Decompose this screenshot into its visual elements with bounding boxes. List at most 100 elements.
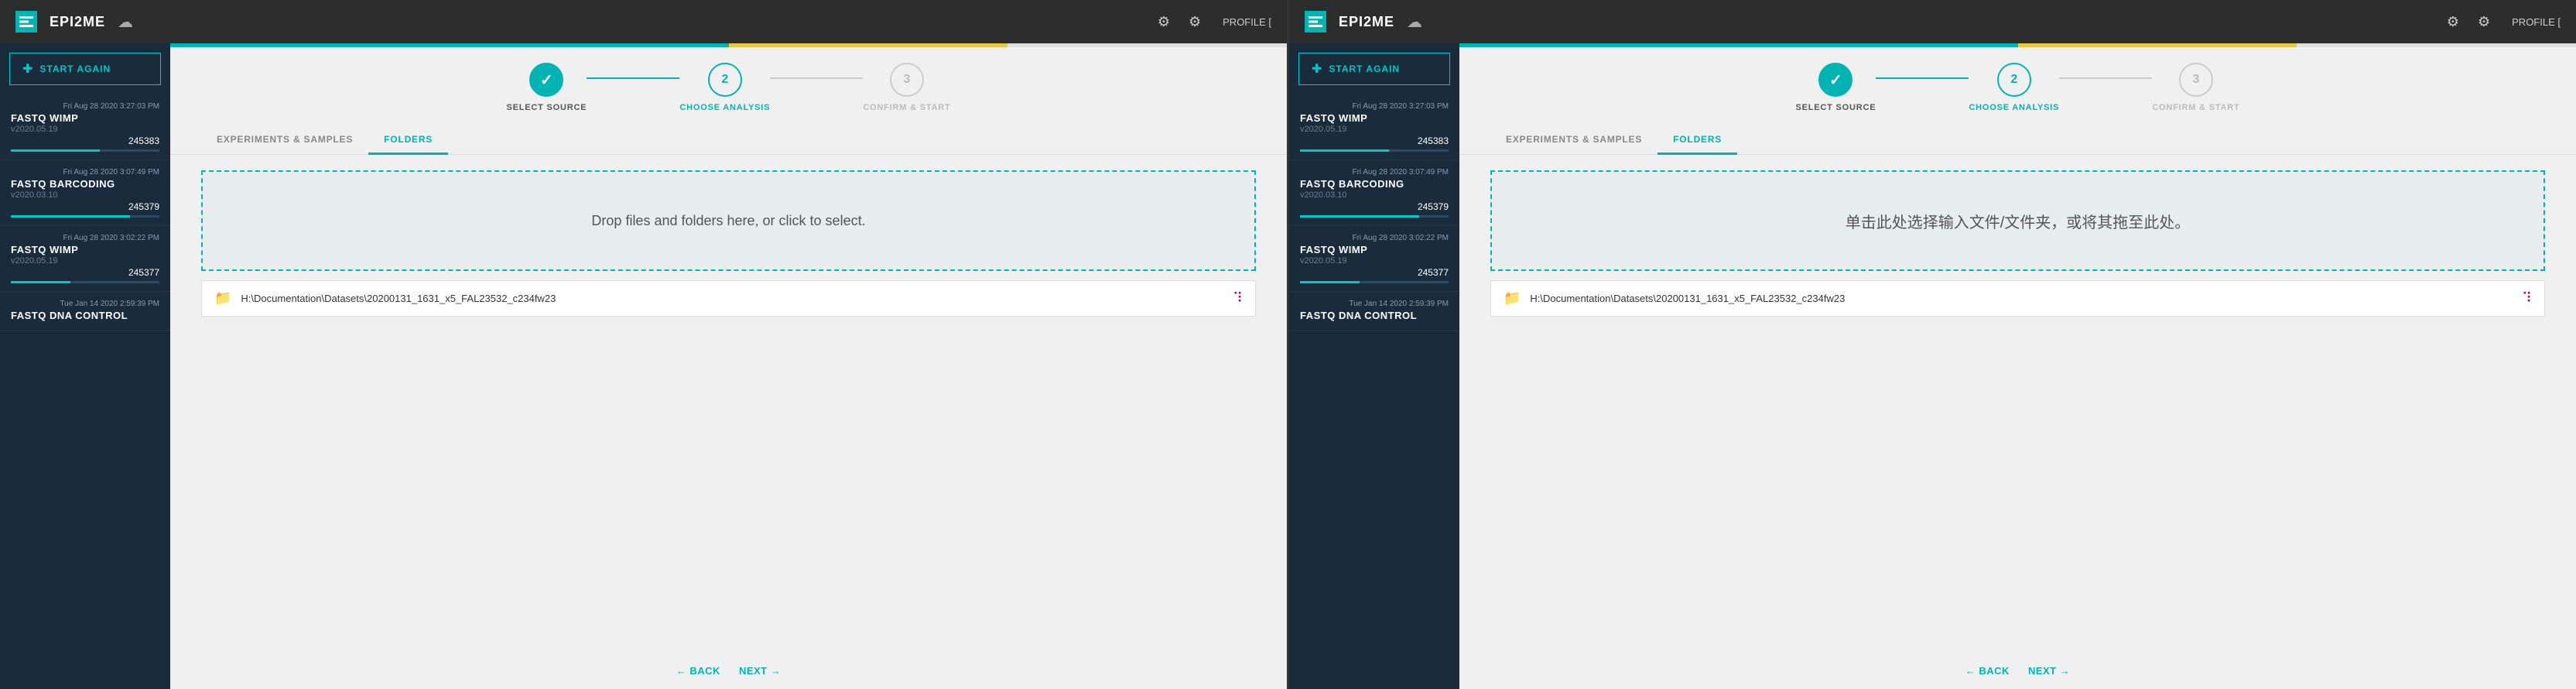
sidebar: ✚ START AGAIN Fri Aug 28 2020 3:27:03 PM … <box>1289 43 1459 689</box>
drop-zone-text: 单击此处选择输入文件/文件夹，或将其拖至此处。 <box>1846 210 2191 232</box>
step-label: SELECT SOURCE <box>1795 103 1876 112</box>
content-area: ✚START AGAIN Fri Aug 28 2020 3:27:03 PM … <box>0 43 1287 689</box>
wizard-steps: ✓ SELECT SOURCE 2 CHOOSE ANALYSIS 3 CONF… <box>170 47 1287 120</box>
step-connector-1 <box>770 77 863 79</box>
item-progress-bar <box>1300 149 1449 152</box>
file-item: 📁 H:\Documentation\Datasets\20200131_163… <box>201 280 1256 317</box>
item-progress-bar <box>11 215 159 218</box>
back-button[interactable]: ← BACK <box>1965 665 2010 677</box>
item-version: v2020.05.19 <box>1300 125 1449 134</box>
item-meta: Fri Aug 28 2020 3:07:49 PM <box>1300 168 1449 177</box>
sidebar-item[interactable]: Tue Jan 14 2020 2:59:39 PM FASTQ DNA CON… <box>1289 292 1459 331</box>
sidebar-item[interactable]: Fri Aug 28 2020 3:27:03 PM FASTQ WIMP v2… <box>0 94 170 160</box>
item-id: 245383 <box>1300 135 1449 146</box>
item-name: FASTQ BARCODING <box>1300 178 1449 190</box>
step-label: SELECT SOURCE <box>506 103 587 112</box>
settings-icon-2[interactable]: ⚙ <box>1189 14 1201 30</box>
file-path: H:\Documentation\Datasets\20200131_1631_… <box>241 293 1223 304</box>
panel-left: EPI2ME ☁ ⚙ ⚙ PROFILE [ ✚START AGAIN Fri … <box>0 0 1287 689</box>
item-version: v2020.05.19 <box>11 256 159 266</box>
step-label: CONFIRM & START <box>863 103 950 112</box>
file-path: H:\Documentation\Datasets\20200131_1631_… <box>1530 293 2512 304</box>
wizard-step-2: 3 CONFIRM & START <box>863 63 950 112</box>
file-item: 📁 H:\Documentation\Datasets\20200131_163… <box>1490 280 2545 317</box>
tabs: EXPERIMENTS & SAMPLESFOLDERS <box>170 126 1287 155</box>
item-name: FASTQ BARCODING <box>11 178 159 190</box>
step-circle: 3 <box>2179 63 2213 97</box>
item-name: FASTQ WIMP <box>11 112 159 124</box>
sidebar-item[interactable]: Fri Aug 28 2020 3:07:49 PM FASTQ BARCODI… <box>1289 160 1459 226</box>
item-progress-fill <box>1300 149 1389 152</box>
sidebar-item[interactable]: Fri Aug 28 2020 3:07:49 PM FASTQ BARCODI… <box>0 160 170 226</box>
step-label: CHOOSE ANALYSIS <box>679 103 770 112</box>
settings-icon-1[interactable]: ⚙ <box>2447 14 2459 30</box>
item-meta: Fri Aug 28 2020 3:02:22 PM <box>1300 234 1449 242</box>
item-version: v2020.03.10 <box>1300 190 1449 200</box>
wizard-step-0[interactable]: ✓ SELECT SOURCE <box>1795 63 1876 112</box>
drop-zone[interactable]: Drop files and folders here, or click to… <box>201 170 1256 271</box>
tab-0[interactable]: EXPERIMENTS & SAMPLES <box>1490 126 1657 155</box>
bottom-nav: ← BACK NEXT → <box>170 653 1287 689</box>
next-button[interactable]: NEXT → <box>2028 665 2070 677</box>
plus-icon: ✚ <box>22 61 33 77</box>
item-name: FASTQ WIMP <box>1300 112 1449 124</box>
tab-0[interactable]: EXPERIMENTS & SAMPLES <box>201 126 368 155</box>
item-version: v2020.05.19 <box>11 125 159 134</box>
plus-icon: ✚ <box>1312 61 1322 77</box>
item-progress-fill <box>11 281 70 283</box>
start-again-button[interactable]: ✚START AGAIN <box>9 53 161 85</box>
tab-1[interactable]: FOLDERS <box>1657 126 1737 155</box>
profile-label[interactable]: PROFILE [ <box>2512 16 2561 28</box>
profile-label[interactable]: PROFILE [ <box>1223 16 1271 28</box>
main-content: ✓ SELECT SOURCE 2 CHOOSE ANALYSIS 3 CONF… <box>170 43 1287 689</box>
step-circle: 3 <box>890 63 924 97</box>
wizard-steps: ✓ SELECT SOURCE 2 CHOOSE ANALYSIS 3 CONF… <box>1459 47 2576 120</box>
start-again-button[interactable]: ✚ START AGAIN <box>1298 53 1450 85</box>
item-meta: Fri Aug 28 2020 3:27:03 PM <box>1300 102 1449 111</box>
item-progress-fill <box>11 149 100 152</box>
start-again-label: START AGAIN <box>1329 63 1400 74</box>
item-version: v2020.03.10 <box>11 190 159 200</box>
item-name: FASTQ DNA CONTROL <box>11 310 159 321</box>
logo-text: EPI2ME <box>1339 14 1394 30</box>
sidebar-item[interactable]: Fri Aug 28 2020 3:27:03 PM FASTQ WIMP v2… <box>1289 94 1459 160</box>
step-connector-1 <box>2059 77 2152 79</box>
settings-icon-2[interactable]: ⚙ <box>2478 14 2490 30</box>
item-meta: Fri Aug 28 2020 3:27:03 PM <box>11 102 159 111</box>
logo-text: EPI2ME <box>50 14 105 30</box>
item-progress-fill <box>1300 281 1360 283</box>
wizard-step-1[interactable]: 2 CHOOSE ANALYSIS <box>1969 63 2059 112</box>
item-progress-bar <box>1300 215 1449 218</box>
sidebar-item[interactable]: Fri Aug 28 2020 3:02:22 PM FASTQ WIMP v2… <box>0 226 170 292</box>
folder-icon: 📁 <box>214 290 231 307</box>
wizard-step-2: 3 CONFIRM & START <box>2152 63 2239 112</box>
item-progress-fill <box>1300 215 1419 218</box>
step-circle: 2 <box>708 63 742 97</box>
panel-right: EPI2ME ☁ ⚙ ⚙ PROFILE [ ✚START AGAIN Fri … <box>1289 0 2576 689</box>
item-name: FASTQ DNA CONTROL <box>1300 310 1449 321</box>
step-connector-0 <box>587 77 679 79</box>
back-button[interactable]: ← BACK <box>676 665 720 677</box>
item-name: FASTQ WIMP <box>11 244 159 255</box>
item-id: 245379 <box>11 201 159 212</box>
wizard-step-1[interactable]: 2 CHOOSE ANALYSIS <box>679 63 770 112</box>
content-area: ✚ START AGAIN Fri Aug 28 2020 3:27:03 PM … <box>1289 43 2576 689</box>
remove-file-icon[interactable]: ⠹ <box>1233 290 1243 307</box>
remove-file-icon[interactable]: ⠹ <box>2522 290 2532 307</box>
item-id: 245379 <box>1300 201 1449 212</box>
logo-icon <box>15 11 37 33</box>
sidebar-item[interactable]: Fri Aug 28 2020 3:02:22 PM FASTQ WIMP v2… <box>1289 226 1459 292</box>
drop-zone[interactable]: 单击此处选择输入文件/文件夹，或将其拖至此处。 <box>1490 170 2545 271</box>
next-button[interactable]: NEXT → <box>739 665 781 677</box>
item-progress-fill <box>11 215 130 218</box>
item-meta: Tue Jan 14 2020 2:59:39 PM <box>11 300 159 308</box>
drop-zone-text: Drop files and folders here, or click to… <box>591 213 865 229</box>
settings-icon-1[interactable]: ⚙ <box>1158 14 1170 30</box>
wizard-step-0[interactable]: ✓ SELECT SOURCE <box>506 63 587 112</box>
sidebar-item[interactable]: Tue Jan 14 2020 2:59:39 PM FASTQ DNA CON… <box>0 292 170 331</box>
step-label: CHOOSE ANALYSIS <box>1969 103 2059 112</box>
header: EPI2ME ☁ ⚙ ⚙ PROFILE [ <box>0 0 1287 43</box>
tab-1[interactable]: FOLDERS <box>368 126 448 155</box>
item-meta: Fri Aug 28 2020 3:07:49 PM <box>11 168 159 177</box>
step-circle: 2 <box>1997 63 2031 97</box>
